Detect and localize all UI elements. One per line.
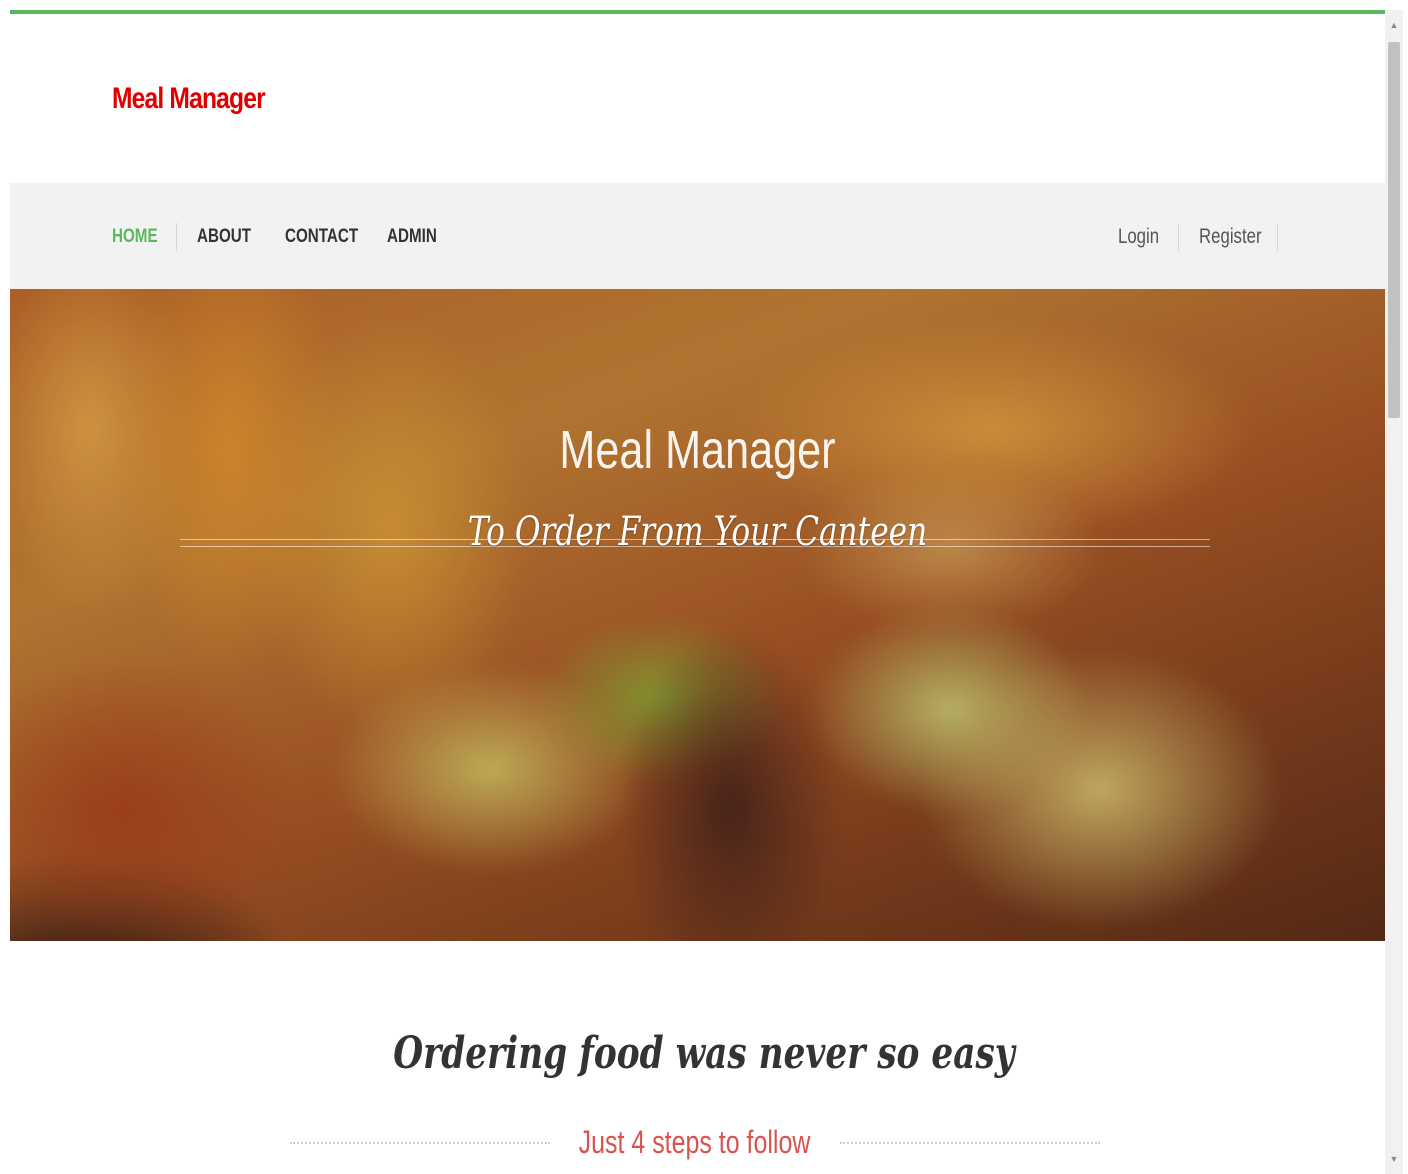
hero-subtitle-wrap: To Order From Your Canteen [10, 509, 1385, 555]
auth-divider [1178, 223, 1179, 251]
nav-item-admin[interactable]: ADMIN [387, 226, 437, 248]
login-link[interactable]: Login [1118, 225, 1159, 249]
register-link[interactable]: Register [1199, 225, 1262, 249]
hero-overlay [10, 289, 1385, 941]
nav-item-home[interactable]: HOME [112, 226, 158, 248]
auth-divider-end [1277, 223, 1278, 251]
scrollbar-thumb[interactable] [1388, 42, 1400, 418]
nav-divider [176, 223, 177, 251]
hero-banner: Meal Manager To Order From Your Canteen [10, 289, 1385, 941]
page: Meal Manager HOME ABOUT CONTACT ADMIN Lo… [0, 0, 1408, 1174]
brand-logo[interactable]: Meal Manager [112, 82, 266, 116]
nav-item-about[interactable]: ABOUT [197, 226, 251, 248]
top-accent-bar [10, 10, 1385, 14]
steps-text: Just 4 steps to follow [579, 1124, 811, 1160]
steps-tagline: Just 4 steps to follow [290, 1124, 1100, 1161]
page-scrollbar[interactable]: ▲ ▼ [1385, 10, 1403, 1174]
auth-menu: Login Register [1118, 223, 1278, 251]
scroll-down-arrow-icon[interactable]: ▼ [1385, 1150, 1403, 1168]
scroll-up-arrow-icon[interactable]: ▲ [1385, 16, 1403, 34]
hero-title: Meal Manager [559, 420, 836, 480]
dotted-rule-left [290, 1141, 551, 1144]
hero-subtitle: To Order From Your Canteen [467, 509, 928, 555]
main-navbar: HOME ABOUT CONTACT ADMIN Login Register [10, 183, 1385, 289]
dotted-rule-right [839, 1141, 1100, 1144]
nav-menu: HOME ABOUT CONTACT ADMIN [112, 223, 437, 251]
intro-heading: Ordering food was never so easy [393, 1028, 1015, 1079]
nav-item-contact[interactable]: CONTACT [285, 226, 358, 248]
